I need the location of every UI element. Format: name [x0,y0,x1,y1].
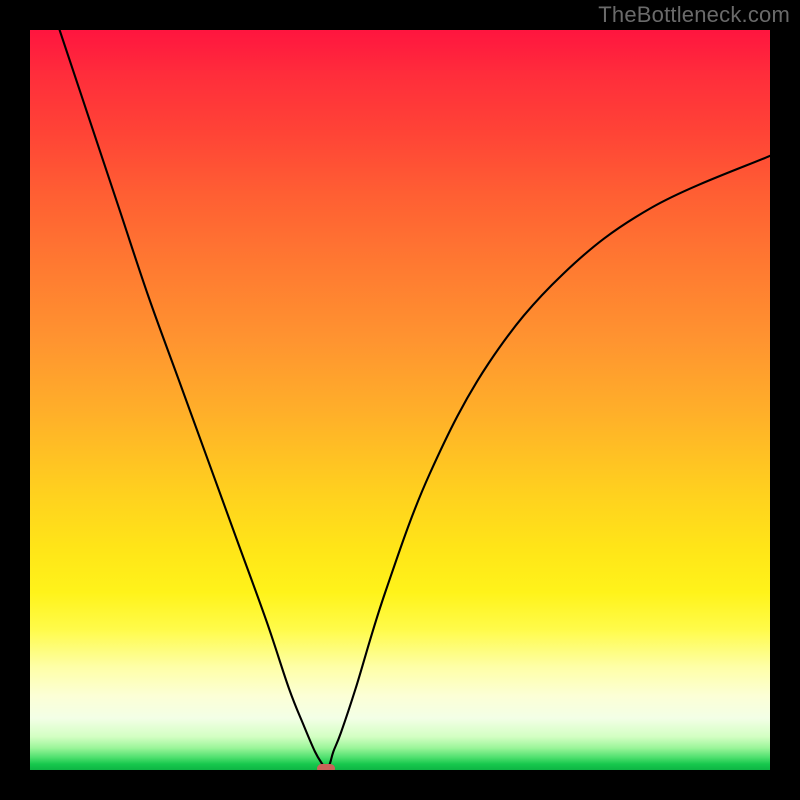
min-marker [317,764,335,770]
curve-layer [30,30,770,770]
bottleneck-curve [60,30,770,769]
plot-area [30,30,770,770]
watermark-text: TheBottleneck.com [598,2,790,28]
chart-frame: TheBottleneck.com [0,0,800,800]
